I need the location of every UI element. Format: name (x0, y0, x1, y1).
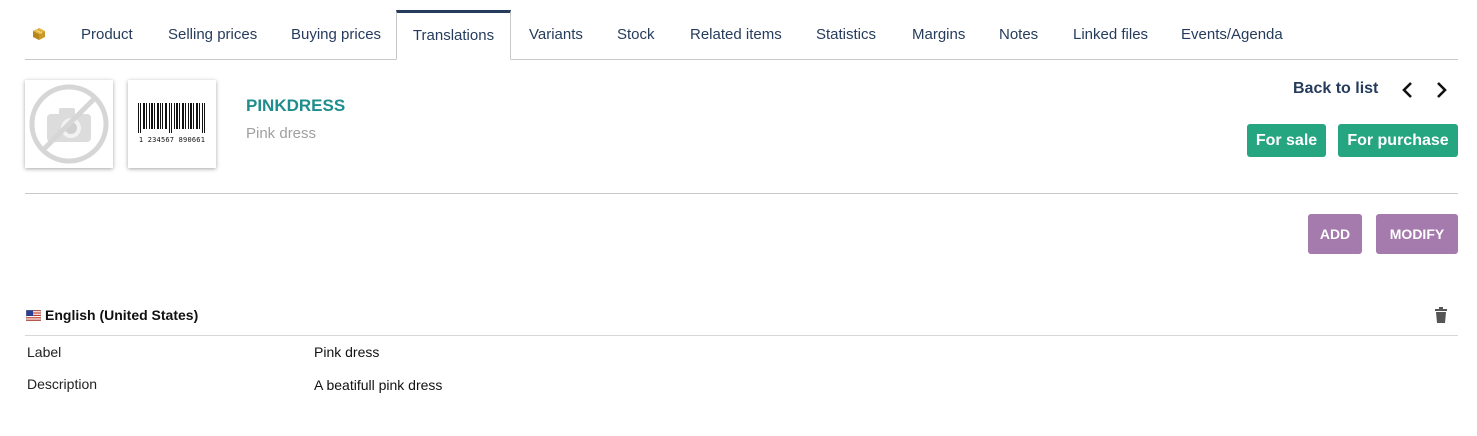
translation-field-value: Pink dress (314, 344, 380, 360)
chevron-right-icon[interactable] (1431, 78, 1451, 102)
product-photo[interactable] (25, 80, 113, 168)
us-flag-icon (25, 308, 42, 322)
barcode-digits: 1 234567 890661 (138, 136, 206, 144)
trash-icon[interactable] (1434, 307, 1448, 324)
chevron-left-icon[interactable] (1398, 78, 1418, 102)
tab-product[interactable]: Product (81, 10, 133, 60)
translation-field-value: A beatifull pink dress (314, 377, 443, 393)
tab-statistics[interactable]: Statistics (816, 10, 876, 60)
box-icon (32, 27, 46, 41)
tab-bar: Product Selling prices Buying prices Tra… (25, 10, 1458, 60)
add-button[interactable]: ADD (1308, 214, 1362, 254)
tab-notes[interactable]: Notes (999, 10, 1038, 60)
translation-field-label: Label (27, 344, 62, 360)
product-label: Pink dress (246, 125, 317, 142)
header-divider (25, 193, 1458, 194)
tab-buying-prices[interactable]: Buying prices (291, 10, 381, 60)
tab-margins[interactable]: Margins (912, 10, 965, 60)
tab-translations[interactable]: Translations (396, 10, 511, 60)
translation-language: English (United States) (45, 307, 199, 323)
camera-off-icon (29, 84, 109, 169)
translation-field-label: Description (27, 376, 98, 392)
tab-events-agenda[interactable]: Events/Agenda (1181, 10, 1283, 60)
tab-variants[interactable]: Variants (529, 10, 583, 60)
tab-stock[interactable]: Stock (617, 10, 655, 60)
product-ref: PINKDRESS (246, 96, 346, 115)
tab-related-items[interactable]: Related items (690, 10, 782, 60)
status-badge-for-purchase: For purchase (1338, 124, 1458, 157)
barcode-image[interactable]: 1 234567 890661 (128, 80, 216, 168)
modify-button[interactable]: MODIFY (1376, 214, 1458, 254)
status-badge-for-sale: For sale (1247, 124, 1326, 157)
tab-linked-files[interactable]: Linked files (1073, 10, 1148, 60)
back-to-list-link[interactable]: Back to list (1293, 80, 1378, 98)
translation-header: English (United States) (25, 305, 1458, 336)
tab-selling-prices[interactable]: Selling prices (168, 10, 257, 60)
